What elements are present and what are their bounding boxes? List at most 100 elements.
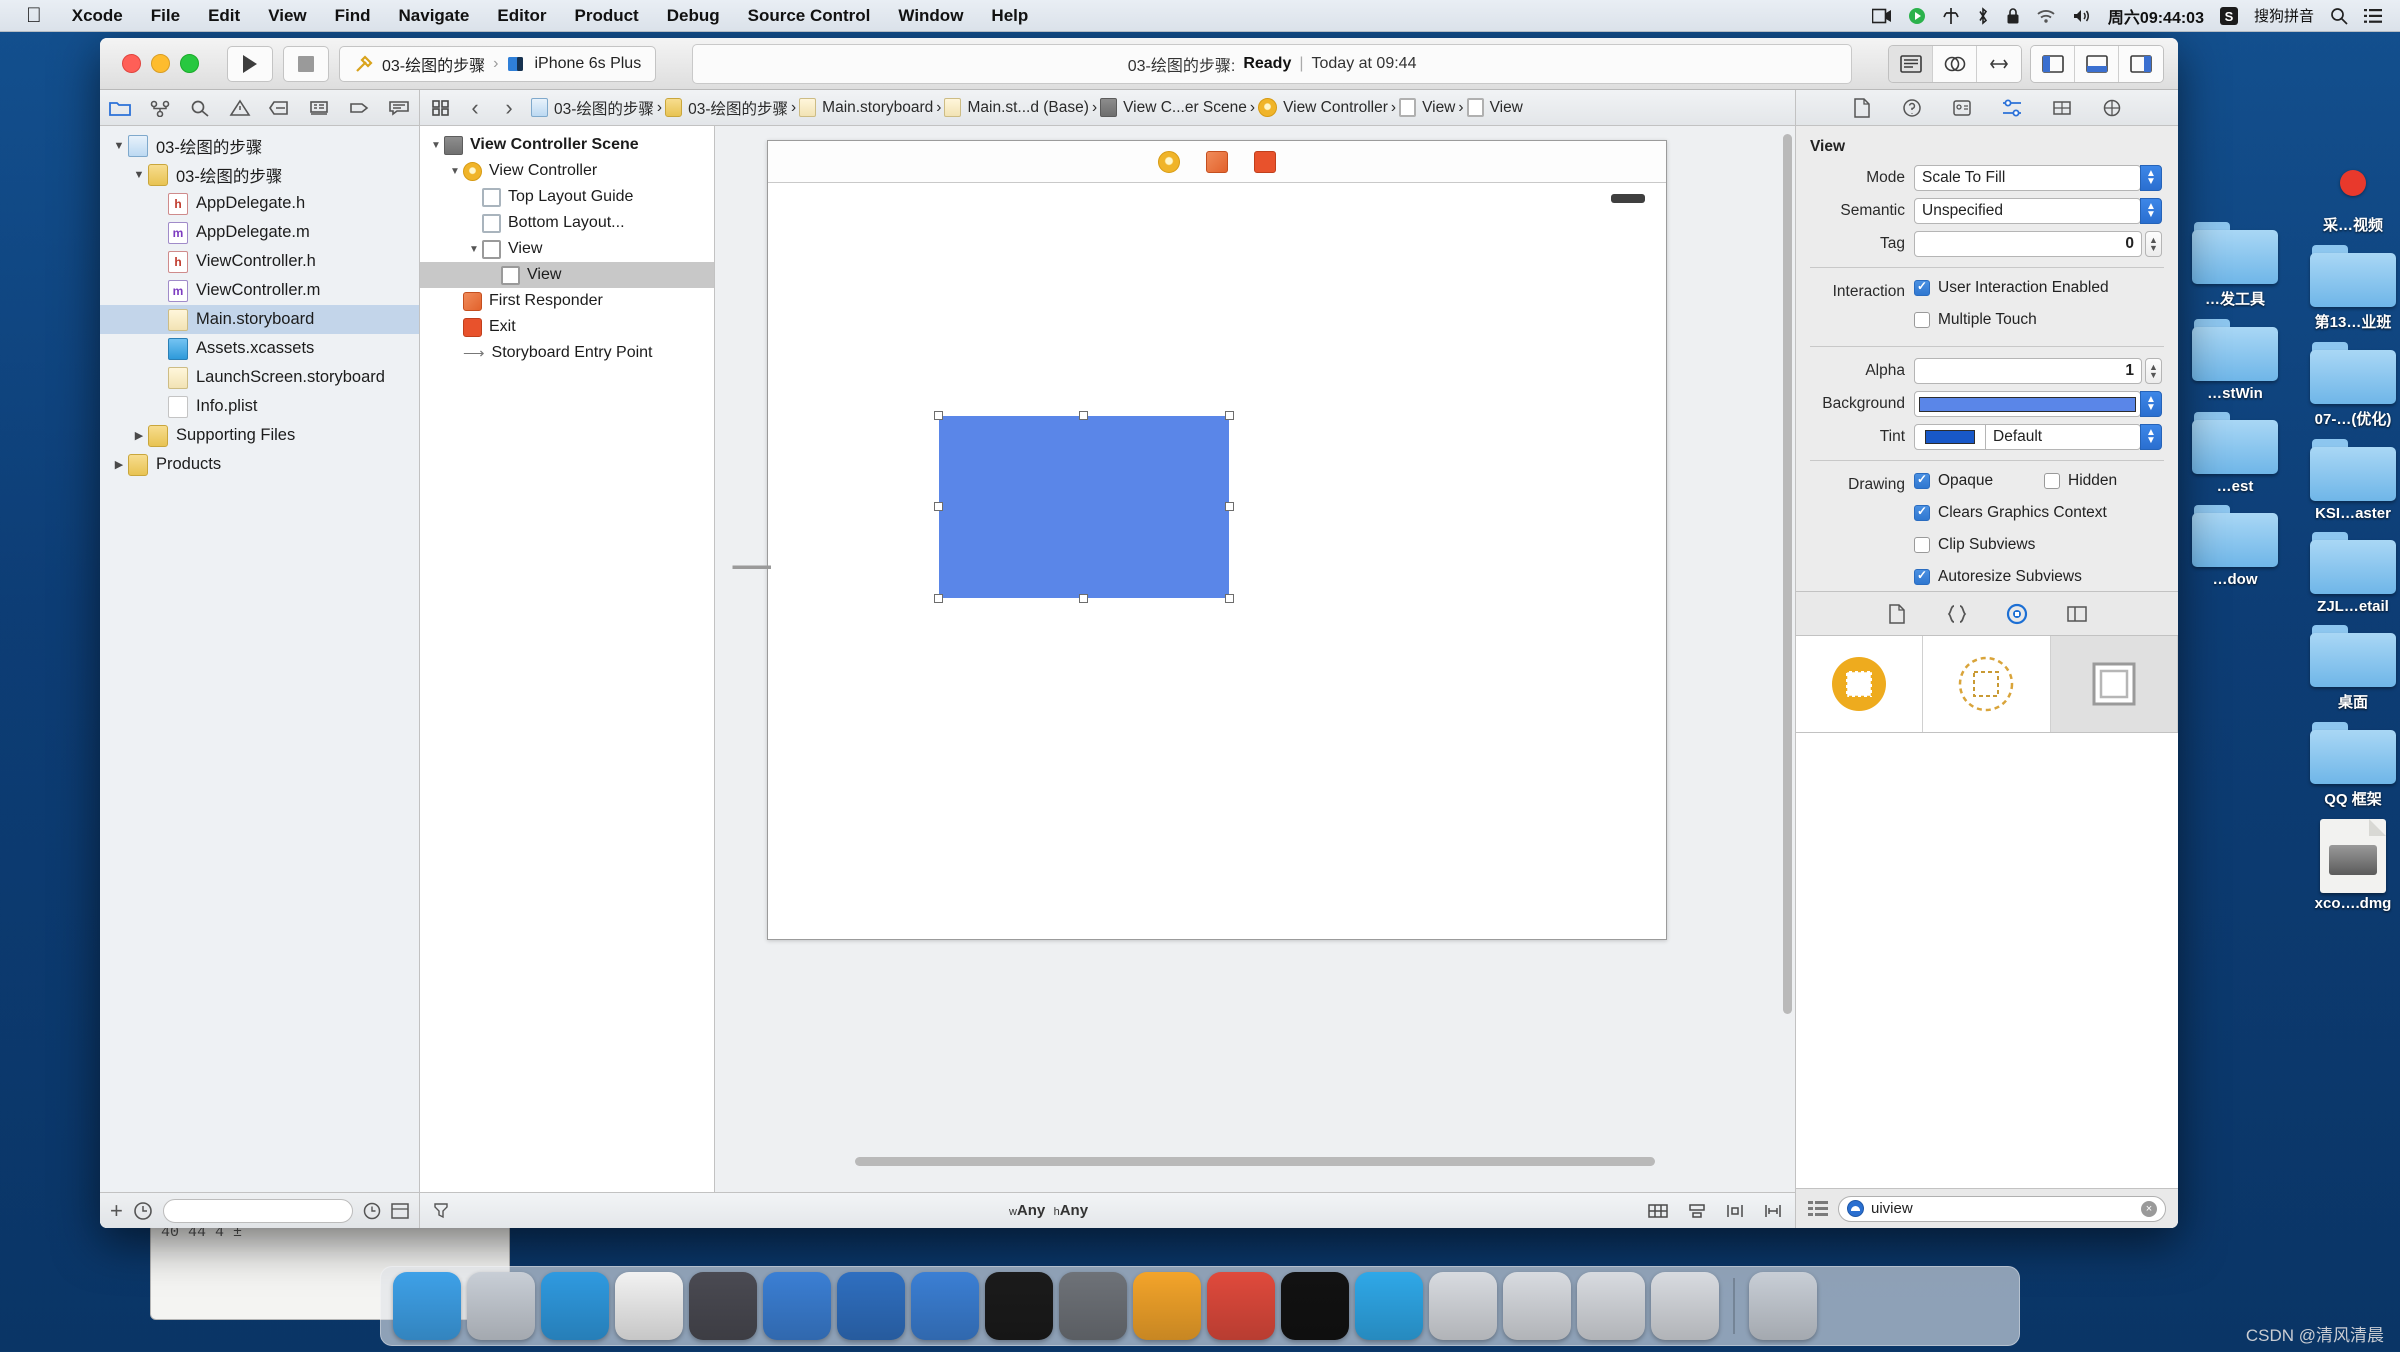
project-file-tree[interactable]: ▼03-绘图的步骤▼03-绘图的步骤hAppDelegate.hmAppDele… bbox=[100, 126, 419, 1192]
menu-navigate[interactable]: Navigate bbox=[385, 6, 484, 26]
file-tree-item[interactable]: mAppDelegate.m bbox=[100, 218, 419, 247]
outline-item[interactable]: ⟶Storyboard Entry Point bbox=[420, 340, 714, 366]
desktop-icon[interactable]: QQ 框架 bbox=[2298, 722, 2400, 809]
menu-file[interactable]: File bbox=[137, 6, 194, 26]
first-responder-icon[interactable] bbox=[1206, 151, 1228, 173]
file-inspector-icon[interactable] bbox=[1849, 95, 1875, 121]
background-select-arrows[interactable]: ▲▼ bbox=[2140, 391, 2162, 417]
outline-item[interactable]: View bbox=[420, 262, 714, 288]
semantic-select-arrows[interactable]: ▲▼ bbox=[2140, 198, 2162, 224]
menu-editor[interactable]: Editor bbox=[483, 6, 560, 26]
menu-source-control[interactable]: Source Control bbox=[734, 6, 885, 26]
dock-item-trash[interactable] bbox=[1749, 1272, 1817, 1340]
close-button[interactable] bbox=[122, 54, 141, 73]
file-template-library-icon[interactable] bbox=[1884, 601, 1910, 627]
view-controller-icon[interactable] bbox=[1158, 151, 1180, 173]
disclosure-triangle[interactable]: ▼ bbox=[447, 166, 463, 177]
constraints-filter-icon[interactable] bbox=[432, 1202, 450, 1220]
resize-handle-bc[interactable] bbox=[1079, 594, 1088, 603]
clip-subviews-checkbox[interactable] bbox=[1914, 537, 1930, 553]
breadcrumb-item[interactable]: View C...er Scene bbox=[1097, 98, 1250, 117]
menu-window[interactable]: Window bbox=[884, 6, 977, 26]
canvas-vertical-scrollbar[interactable] bbox=[1783, 134, 1792, 1014]
outline-item[interactable]: Top Layout Guide bbox=[420, 184, 714, 210]
tint-select[interactable]: Default bbox=[1985, 424, 2141, 450]
screen-record-icon[interactable] bbox=[1872, 8, 1892, 24]
menu-view[interactable]: View bbox=[254, 6, 320, 26]
disclosure-triangle[interactable]: ▼ bbox=[466, 244, 482, 255]
file-tree-item[interactable]: ▶Supporting Files bbox=[100, 421, 419, 450]
input-method-badge-icon[interactable]: S bbox=[2220, 7, 2238, 25]
dock-item-terminal[interactable] bbox=[985, 1272, 1053, 1340]
dock-item-xcode-1[interactable] bbox=[763, 1272, 831, 1340]
mode-select[interactable]: Scale To Fill bbox=[1914, 165, 2141, 191]
alpha-stepper[interactable]: ▲▼ bbox=[2145, 358, 2162, 384]
breadcrumb-item[interactable]: View Controller bbox=[1255, 98, 1391, 117]
device-screen[interactable] bbox=[771, 184, 1663, 936]
find-navigator-tab[interactable] bbox=[180, 91, 220, 125]
library-item-view-controller[interactable] bbox=[1796, 636, 1923, 732]
report-navigator-tab[interactable] bbox=[299, 91, 339, 125]
resize-handle-tl[interactable] bbox=[934, 411, 943, 420]
outline-item[interactable]: ▼View Controller Scene bbox=[420, 132, 714, 158]
autoresize-subviews-checkbox-row[interactable]: Autoresize Subviews bbox=[1914, 568, 2162, 586]
toggle-debug-area-button[interactable] bbox=[2075, 46, 2119, 82]
file-tree-item[interactable]: hAppDelegate.h bbox=[100, 189, 419, 218]
file-tree-item[interactable]: Info.plist bbox=[100, 392, 419, 421]
search-icon[interactable] bbox=[2330, 7, 2348, 25]
dock-item-settings[interactable] bbox=[1059, 1272, 1127, 1340]
resize-handle-ml[interactable] bbox=[934, 502, 943, 511]
menu-debug[interactable]: Debug bbox=[653, 6, 734, 26]
autoresize-subviews-checkbox[interactable] bbox=[1914, 569, 1930, 585]
run-button[interactable] bbox=[227, 46, 273, 82]
library-item-uiview[interactable] bbox=[2051, 636, 2178, 732]
dock-item-vm-3[interactable] bbox=[1577, 1272, 1645, 1340]
quick-help-icon[interactable] bbox=[1899, 95, 1925, 121]
dock-item-vm-1[interactable] bbox=[1429, 1272, 1497, 1340]
file-tree-item[interactable]: mViewController.m bbox=[100, 276, 419, 305]
hidden-checkbox[interactable] bbox=[2044, 473, 2060, 489]
file-tree-item[interactable]: Main.storyboard bbox=[100, 305, 419, 334]
menu-edit[interactable]: Edit bbox=[194, 6, 254, 26]
file-tree-item[interactable]: ▶Products bbox=[100, 450, 419, 479]
desktop-icon[interactable]: 采…视频 bbox=[2298, 170, 2400, 235]
comment-navigator-tab[interactable] bbox=[379, 91, 419, 125]
dock-item-vm-4[interactable] bbox=[1651, 1272, 1719, 1340]
source-control-navigator-tab[interactable] bbox=[140, 91, 180, 125]
tag-navigator-tab[interactable] bbox=[339, 91, 379, 125]
tint-color-well[interactable] bbox=[1914, 424, 1986, 450]
clip-subviews-checkbox-row[interactable]: Clip Subviews bbox=[1914, 536, 2162, 554]
library-list-rest[interactable] bbox=[1796, 733, 2178, 1188]
breadcrumb-item[interactable]: 03-绘图的步骤 bbox=[528, 97, 657, 119]
related-items-icon[interactable] bbox=[426, 91, 456, 125]
breadcrumb-item[interactable]: Main.storyboard bbox=[796, 98, 936, 117]
menu-product[interactable]: Product bbox=[561, 6, 653, 26]
dock-item-xcode-2[interactable] bbox=[837, 1272, 905, 1340]
size-inspector-icon[interactable] bbox=[2049, 95, 2075, 121]
control-center-icon[interactable] bbox=[2364, 8, 2382, 24]
view-controller-scene-canvas[interactable]: ⟶ bbox=[767, 140, 1667, 940]
breadcrumb-item[interactable]: Main.st...d (Base) bbox=[941, 98, 1091, 117]
dock-item-xcode-3[interactable] bbox=[911, 1272, 979, 1340]
dock-item-media-app[interactable] bbox=[689, 1272, 757, 1340]
dock-item-safari[interactable] bbox=[541, 1272, 609, 1340]
code-snippet-library-icon[interactable] bbox=[1944, 601, 1970, 627]
clears-graphics-checkbox-row[interactable]: Clears Graphics Context bbox=[1914, 504, 2162, 522]
zoom-button[interactable] bbox=[180, 54, 199, 73]
tint-select-arrows[interactable]: ▲▼ bbox=[2140, 424, 2162, 450]
menu-find[interactable]: Find bbox=[321, 6, 385, 26]
outline-item[interactable]: Bottom Layout... bbox=[420, 210, 714, 236]
alpha-input[interactable]: 1 bbox=[1914, 358, 2142, 384]
multiple-touch-checkbox-row[interactable]: Multiple Touch bbox=[1914, 311, 2162, 329]
desktop-icon[interactable]: 桌面 bbox=[2298, 625, 2400, 712]
outline-item[interactable]: ▼View bbox=[420, 236, 714, 262]
lock-icon[interactable] bbox=[2006, 7, 2020, 25]
resize-handle-br[interactable] bbox=[1225, 594, 1234, 603]
disclosure-triangle[interactable]: ▼ bbox=[130, 169, 148, 181]
desktop-icon[interactable]: 第13…业班 bbox=[2298, 245, 2400, 332]
assistant-editor-button[interactable] bbox=[1933, 46, 1977, 82]
document-outline[interactable]: ▼View Controller Scene▼View ControllerTo… bbox=[420, 126, 715, 1192]
dock-item-paw[interactable] bbox=[1207, 1272, 1275, 1340]
hidden-checkbox-row[interactable]: Hidden bbox=[2044, 472, 2162, 490]
bluetooth-icon[interactable] bbox=[1976, 7, 1990, 25]
